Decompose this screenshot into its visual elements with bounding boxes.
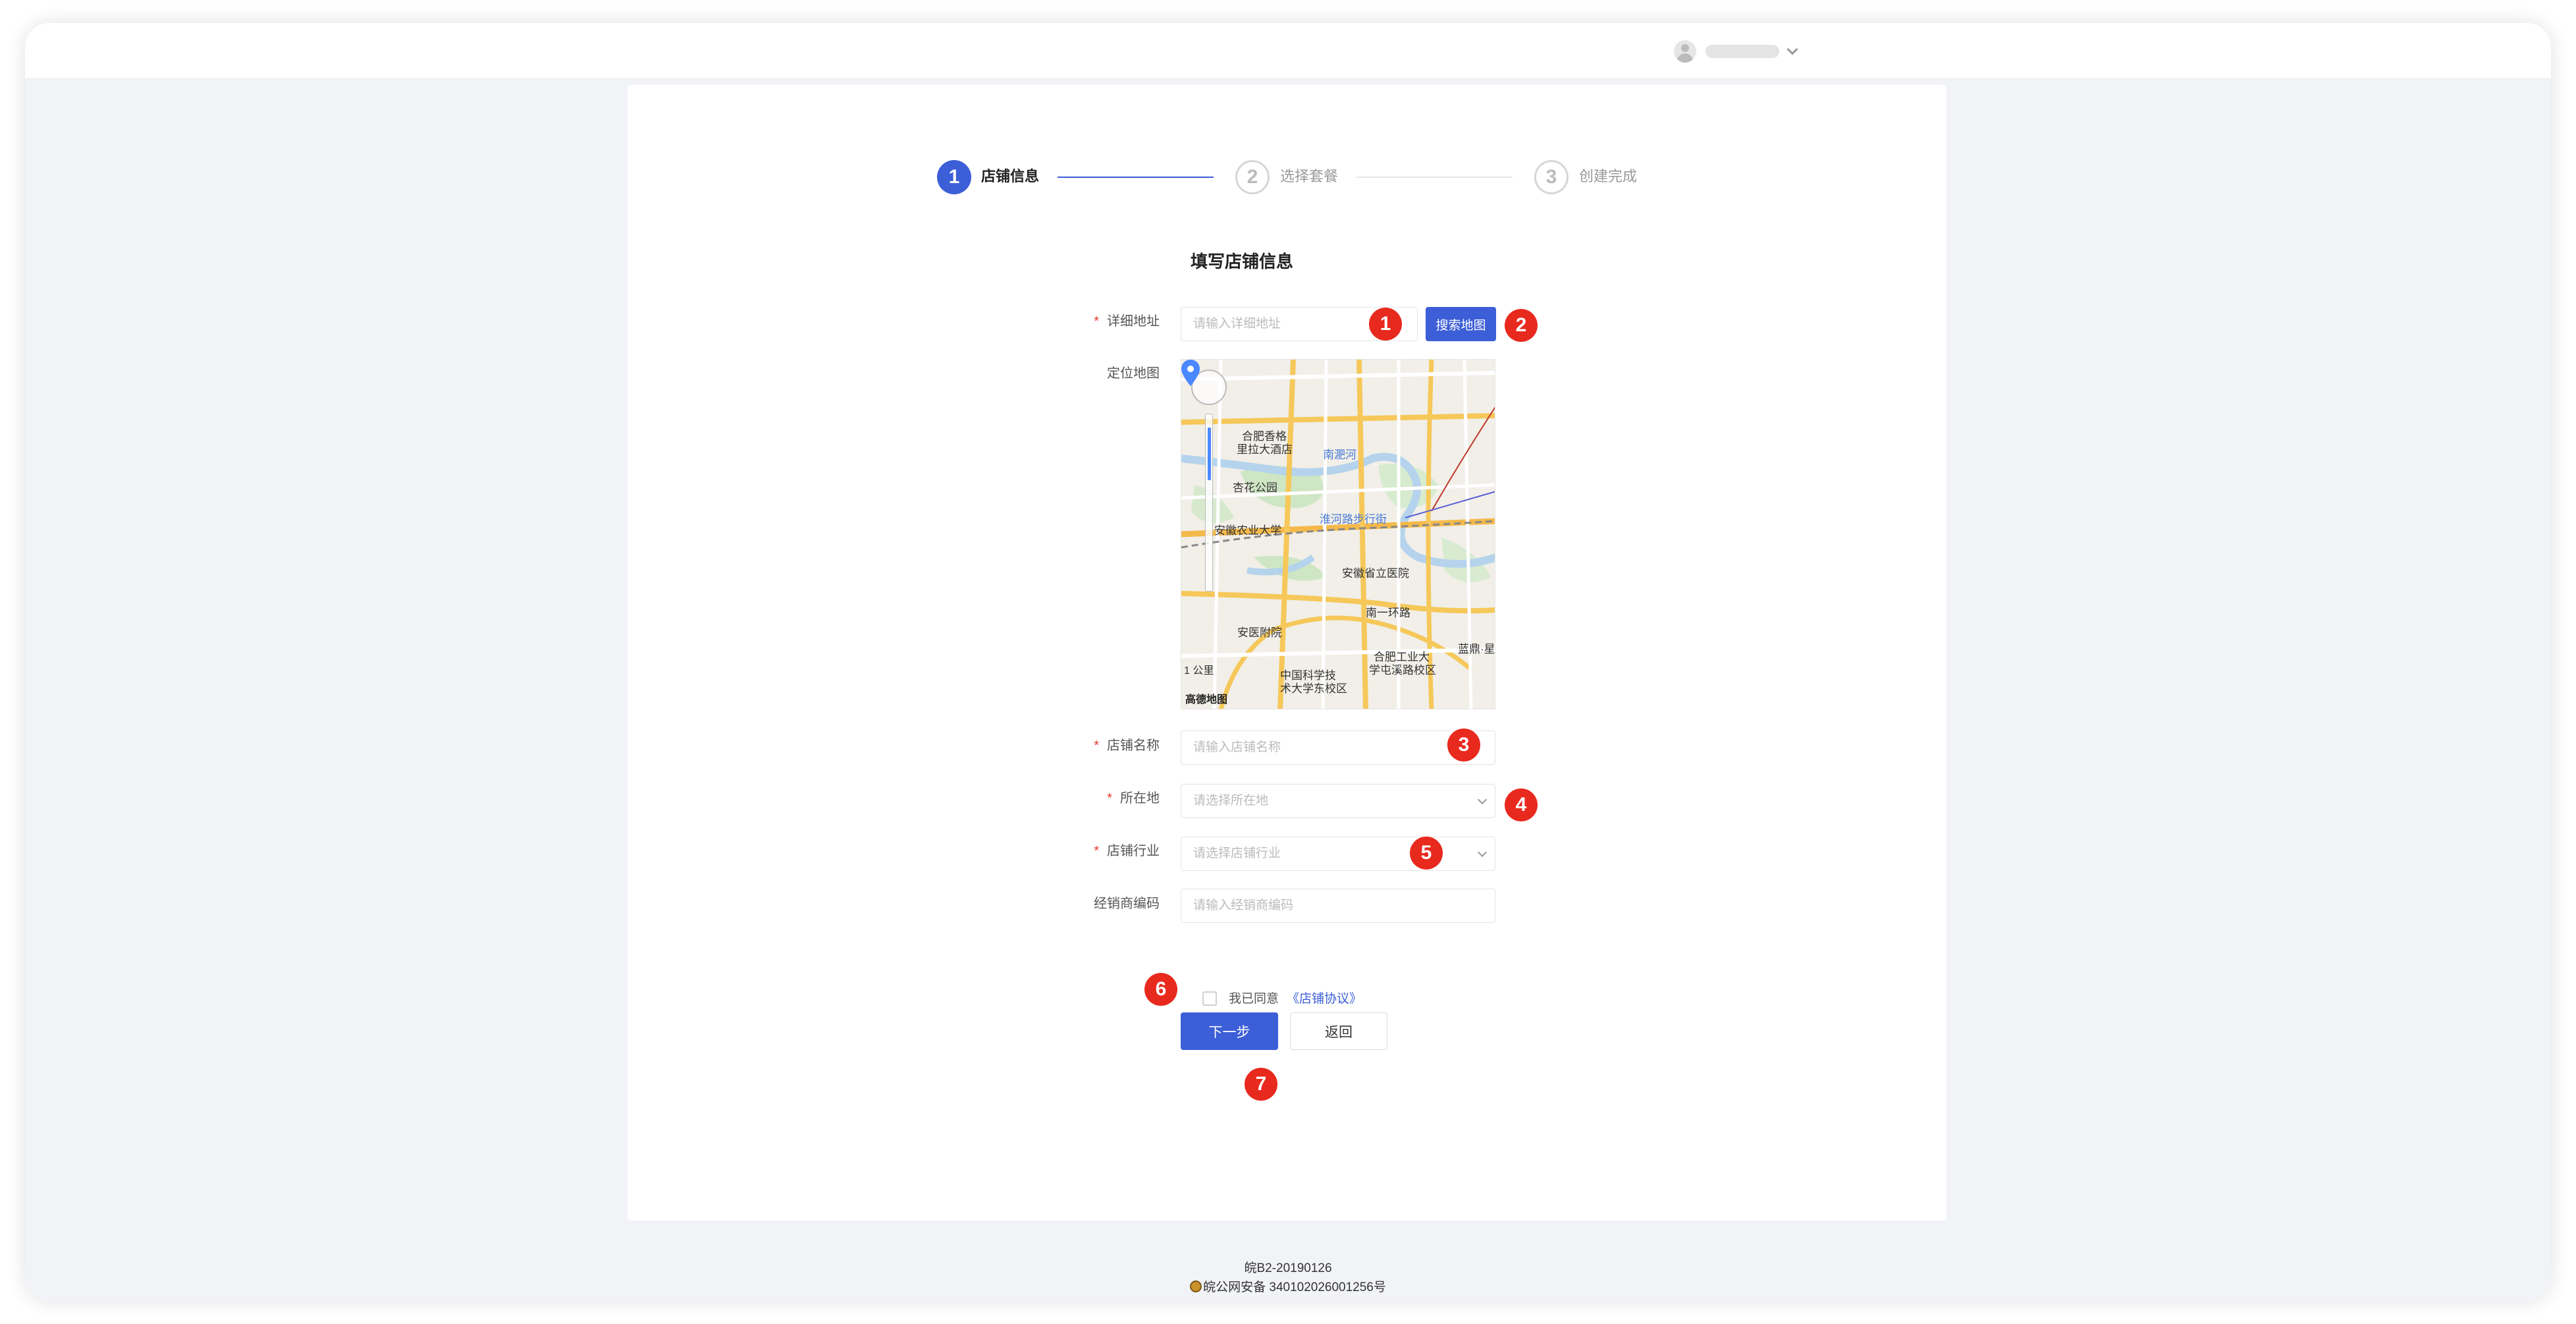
chevron-down-icon [1477,847,1488,858]
annotation-badge: 2 [1505,309,1538,342]
dealer-code-input[interactable]: 请输入经销商编码 [1181,889,1495,923]
annotation-badge: 3 [1447,729,1480,761]
step-1-label: 店铺信息 [981,168,1040,184]
next-step-button[interactable]: 下一步 [1181,1012,1278,1050]
footer-icp[interactable]: 皖B2-20190126 [25,1258,2551,1276]
industry-label: * 店铺行业 [1094,844,1160,858]
map-logo: 高德地图 [1185,694,1228,705]
map-scale: 1 公里 [1184,665,1214,676]
address-label: * 详细地址 [1094,314,1160,329]
annotation-badge: 6 [1144,973,1177,1006]
map-poi: 杏花公园 [1233,482,1277,494]
chevron-down-icon [1477,794,1488,805]
step-1-circle: 1 [937,160,971,194]
map-poi: 里拉大酒店 [1237,443,1293,456]
police-badge-icon [1190,1281,1202,1292]
agreement-text: 我已同意 《店铺协议》 [1229,992,1362,1006]
step-connector-1 [1058,177,1214,178]
map-poi: 蓝鼎·星 [1458,643,1495,655]
map-poi: 南淝河 [1323,449,1356,461]
annotation-badge: 4 [1505,788,1538,821]
step-indicator: 1 店铺信息 2 选择套餐 3 创建完成 [25,23,2551,194]
step-connector-2 [1356,177,1513,178]
location-map[interactable]: 合肥香格 里拉大酒店 南淝河 杏花公园 安徽农业大学 淮河路步行街 安徽省立医院… [1181,359,1495,709]
map-poi: 南一环路 [1366,607,1410,619]
browser-window: 1 店铺信息 2 选择套餐 3 创建完成 填写店铺信息 * 详细地址 请输入详细地… [25,23,2551,1301]
form-title: 填写店铺信息 [1191,252,1294,271]
search-map-button[interactable]: 搜索地图 [1426,307,1496,341]
map-poi: 安医附院 [1237,626,1282,639]
annotation-badge: 7 [1245,1068,1277,1101]
map-poi: 安徽省立医院 [1342,567,1409,580]
map-poi: 淮河路步行街 [1320,513,1387,526]
map-poi: 学屯溪路校区 [1369,664,1436,676]
location-label: * 所在地 [1107,791,1160,806]
step-2-label: 选择套餐 [1280,168,1339,184]
footer-police[interactable]: 皖公网安备 34010202600125​6号 [25,1277,2551,1295]
step-3-label: 创建完成 [1579,168,1638,184]
location-select[interactable]: 请选择所在地 [1181,784,1495,818]
map-label: 定位地图 [1107,366,1160,381]
annotation-badge: 5 [1410,837,1443,869]
map-poi: 术大学东校区 [1280,682,1347,695]
step-2-circle: 2 [1235,160,1270,194]
map-pin-icon [1181,360,1200,386]
agreement-checkbox[interactable] [1202,991,1217,1006]
annotation-badge: 1 [1369,308,1402,341]
map-zoom-slider[interactable] [1205,414,1213,592]
agreement-link[interactable]: 《店铺协议》 [1287,992,1362,1006]
industry-select[interactable]: 请选择店铺行业 [1181,837,1495,871]
step-3-circle: 3 [1534,160,1569,194]
back-button[interactable]: 返回 [1290,1012,1387,1050]
store-name-label: * 店铺名称 [1094,738,1160,753]
map-poi: 安徽农业大学 [1214,524,1281,537]
dealer-code-label: 经销商编码 [1094,896,1160,911]
